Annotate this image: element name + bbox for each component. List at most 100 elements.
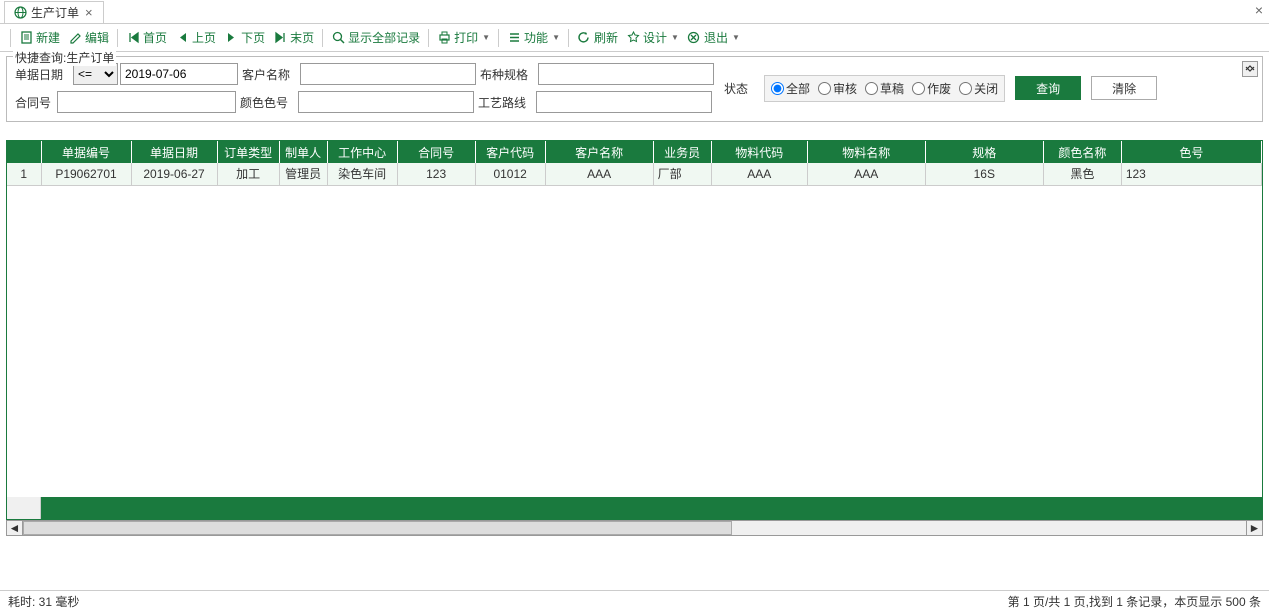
status-bar: 耗时: 31 毫秒 第 1 页/共 1 页,找到 1 条记录，本页显示 500 … — [0, 590, 1269, 612]
table-header-cell[interactable]: 单据日期 — [131, 141, 217, 163]
customer-input[interactable] — [300, 63, 476, 85]
exit-button[interactable]: 退出 ▼ — [683, 27, 744, 49]
table-header-cell[interactable]: 单据编号 — [41, 141, 131, 163]
label-date: 单据日期 — [15, 66, 71, 83]
edit-icon — [68, 31, 82, 45]
scroll-left-icon[interactable]: ◄ — [7, 521, 23, 535]
table-cell: P19062701 — [41, 163, 131, 185]
date-operator-select[interactable]: <=>== — [73, 63, 118, 85]
table-cell: 2019-06-27 — [131, 163, 217, 185]
scroll-right-icon[interactable]: ► — [1246, 521, 1262, 535]
label-color: 颜色色号 — [240, 94, 296, 111]
table-cell: 染色车间 — [327, 163, 397, 185]
caret-down-icon: ▼ — [732, 33, 740, 42]
table-header-cell[interactable]: 工作中心 — [327, 141, 397, 163]
function-icon — [507, 31, 521, 45]
contract-input[interactable] — [57, 91, 236, 113]
refresh-icon — [577, 31, 591, 45]
table-header-cell[interactable]: 规格 — [925, 141, 1043, 163]
print-button[interactable]: 打印 ▼ — [433, 27, 494, 49]
tab-production-order[interactable]: 生产订单 × — [4, 1, 104, 23]
data-table: 单据编号单据日期订单类型制单人工作中心合同号客户代码客户名称业务员物料代码物料名… — [6, 140, 1263, 520]
table-header-cell[interactable]: 客户名称 — [545, 141, 653, 163]
next-page-button[interactable]: 下页 — [220, 27, 269, 49]
last-page-button[interactable]: 末页 — [269, 27, 318, 49]
caret-down-icon: ▼ — [552, 33, 560, 42]
status-elapsed: 耗时: 31 毫秒 — [8, 593, 79, 610]
color-input[interactable] — [298, 91, 474, 113]
status-radio-审核[interactable]: 审核 — [818, 80, 857, 97]
chevron-up-icon — [1245, 64, 1255, 74]
horizontal-scrollbar[interactable]: ◄ ► — [6, 520, 1263, 536]
label-spec: 布种规格 — [480, 66, 536, 83]
table-cell: 厂部 — [653, 163, 711, 185]
row-number-cell: 1 — [7, 163, 41, 185]
status-radio-关闭[interactable]: 关闭 — [959, 80, 998, 97]
exit-icon — [687, 31, 701, 45]
last-icon — [273, 31, 287, 45]
edit-button[interactable]: 编辑 — [64, 27, 113, 49]
table-header-cell[interactable]: 物料代码 — [711, 141, 807, 163]
collapse-search-button[interactable] — [1242, 61, 1258, 77]
tab-close-icon[interactable]: × — [83, 5, 95, 20]
query-button[interactable]: 查询 — [1015, 76, 1081, 100]
prev-page-button[interactable]: 上页 — [171, 27, 220, 49]
table-summary-row — [7, 497, 1262, 519]
caret-down-icon: ▼ — [482, 33, 490, 42]
show-all-button[interactable]: 显示全部记录 — [327, 27, 424, 49]
prev-icon — [175, 31, 189, 45]
globe-icon — [13, 5, 27, 19]
label-status: 状态 — [724, 80, 748, 97]
next-icon — [224, 31, 238, 45]
table-cell: 123 — [397, 163, 475, 185]
function-button[interactable]: 功能 ▼ — [503, 27, 564, 49]
label-route: 工艺路线 — [478, 94, 534, 111]
table-header-cell[interactable]: 合同号 — [397, 141, 475, 163]
table-header-cell[interactable]: 物料名称 — [807, 141, 925, 163]
table-header-cell[interactable]: 订单类型 — [217, 141, 279, 163]
table-header-cell[interactable] — [7, 141, 41, 163]
first-icon — [126, 31, 140, 45]
route-input[interactable] — [536, 91, 712, 113]
table-cell: 加工 — [217, 163, 279, 185]
tab-bar: 生产订单 × × — [0, 0, 1269, 24]
caret-down-icon: ▼ — [671, 33, 679, 42]
table-cell: 16S — [925, 163, 1043, 185]
table-header-cell[interactable]: 业务员 — [653, 141, 711, 163]
date-input[interactable] — [120, 63, 238, 85]
table-row[interactable]: 1P190627012019-06-27加工管理员染色车间12301012AAA… — [7, 163, 1262, 185]
status-pager: 第 1 页/共 1 页,找到 1 条记录，本页显示 500 条 — [1008, 593, 1261, 610]
new-button[interactable]: 新建 — [15, 27, 64, 49]
first-page-button[interactable]: 首页 — [122, 27, 171, 49]
table-cell: AAA — [711, 163, 807, 185]
new-icon — [19, 31, 33, 45]
table-cell: AAA — [807, 163, 925, 185]
label-contract: 合同号 — [15, 94, 55, 111]
tab-title: 生产订单 — [31, 4, 79, 21]
table-header-cell[interactable]: 客户代码 — [475, 141, 545, 163]
show-all-icon — [331, 31, 345, 45]
status-radio-草稿[interactable]: 草稿 — [865, 80, 904, 97]
design-icon — [626, 31, 640, 45]
table-cell: 01012 — [475, 163, 545, 185]
spec-input[interactable] — [538, 63, 714, 85]
table-cell: 黑色 — [1043, 163, 1121, 185]
window-close-icon[interactable]: × — [1255, 2, 1263, 18]
status-radio-全部[interactable]: 全部 — [771, 80, 810, 97]
scroll-track[interactable] — [23, 521, 1246, 535]
design-button[interactable]: 设计 ▼ — [622, 27, 683, 49]
table-body: 1P190627012019-06-27加工管理员染色车间12301012AAA… — [7, 163, 1262, 185]
table-header-cell[interactable]: 制单人 — [279, 141, 327, 163]
status-radio-group: 全部审核草稿作废关闭 — [764, 75, 1005, 102]
clear-button[interactable]: 清除 — [1091, 76, 1157, 100]
search-legend: 快捷查询:生产订单 — [13, 49, 116, 66]
scroll-thumb[interactable] — [23, 521, 732, 535]
refresh-button[interactable]: 刷新 — [573, 27, 622, 49]
quick-search-panel: 快捷查询:生产订单 单据日期 <=>== 客户名称 布种规格 — [6, 56, 1263, 122]
status-radio-作废[interactable]: 作废 — [912, 80, 951, 97]
table-header-cell[interactable]: 色号 — [1121, 141, 1261, 163]
table-cell: AAA — [545, 163, 653, 185]
toolbar: 新建 编辑 首页 上页 下页 末页 显示全部记录 打印 ▼ 功能 ▼ 刷新 — [0, 24, 1269, 52]
table-header-cell[interactable]: 颜色名称 — [1043, 141, 1121, 163]
table-cell: 管理员 — [279, 163, 327, 185]
